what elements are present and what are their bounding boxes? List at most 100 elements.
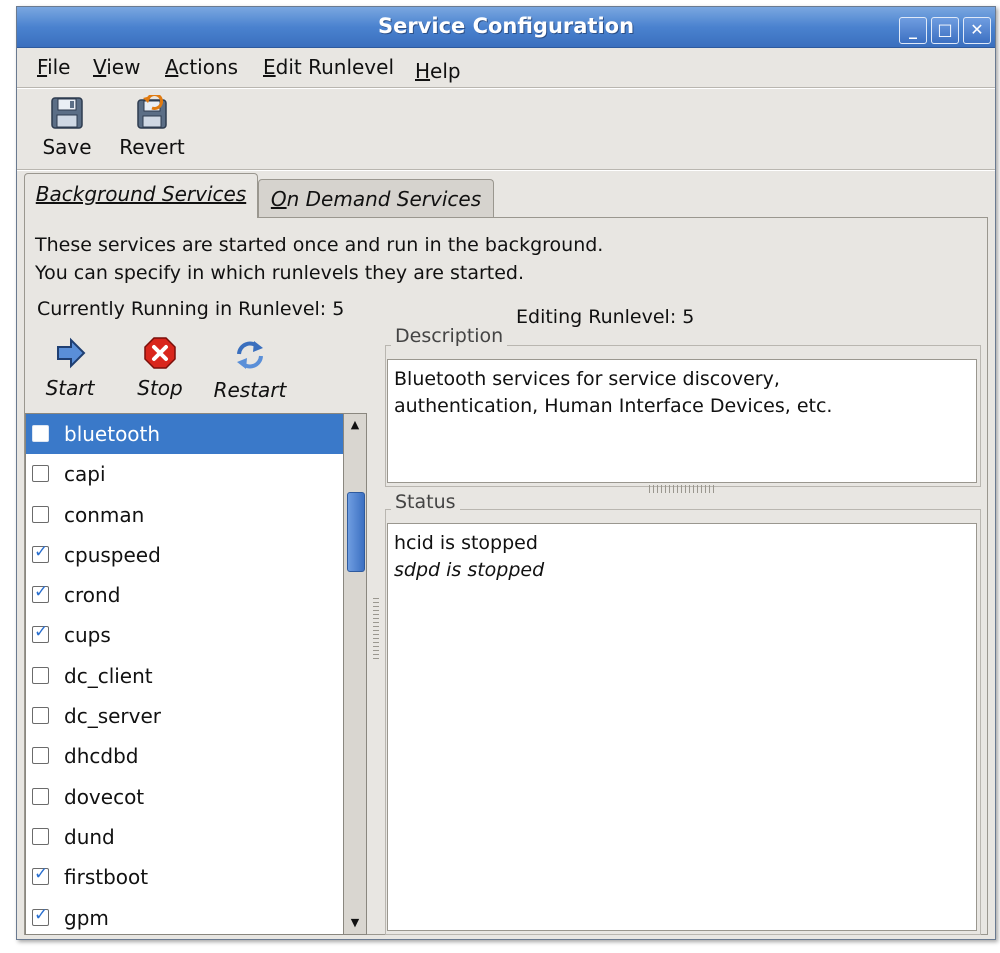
- service-list-scrollbar[interactable]: ▲ ▼: [343, 413, 367, 935]
- service-checkbox[interactable]: [32, 747, 49, 765]
- tab-background-services[interactable]: Background Services: [24, 173, 258, 218]
- menu-help[interactable]: Help: [415, 59, 461, 83]
- start-button[interactable]: Start: [35, 336, 105, 400]
- service-row-cups[interactable]: ✓ cups: [26, 615, 344, 655]
- menu-help-mnemonic: H: [415, 59, 431, 83]
- tab-on-demand-services-label: n Demand Services: [286, 187, 482, 211]
- service-checkbox[interactable]: [32, 827, 49, 845]
- menu-actions-label: ctions: [178, 55, 239, 79]
- service-name: crond: [64, 583, 121, 608]
- description-text[interactable]: Bluetooth services for service discovery…: [387, 359, 977, 483]
- tab-on-demand-services[interactable]: On Demand Services: [258, 179, 494, 218]
- checkmark-icon: ✓: [34, 582, 49, 603]
- service-rows: bluetooth capi conman ✓ cpuspeed ✓ crond ✓ cups d…: [26, 414, 344, 934]
- tab-background-services-label: Background Services: [35, 182, 247, 206]
- revert-label: Revert: [119, 135, 185, 159]
- menu-file-label: ile: [47, 55, 71, 79]
- service-name: dovecot: [64, 784, 145, 809]
- revert-icon: [137, 95, 167, 129]
- menu-edit-runlevel-mnemonic: E: [263, 55, 276, 79]
- service-checkbox[interactable]: ✓: [32, 864, 49, 886]
- menu-view[interactable]: View: [93, 55, 140, 79]
- intro-line-2: You can specify in which runlevels they …: [35, 262, 525, 284]
- service-name: capi: [64, 462, 106, 487]
- menu-file[interactable]: File: [37, 55, 70, 79]
- service-row-capi[interactable]: capi: [26, 454, 344, 494]
- scroll-down-arrow-icon[interactable]: ▼: [344, 912, 366, 934]
- menu-actions[interactable]: Actions: [165, 55, 238, 79]
- editing-runlevel-label: Editing Runlevel: 5: [516, 306, 695, 328]
- intro-line-1: These services are started once and run …: [35, 234, 604, 256]
- arrow-right-icon: [57, 337, 86, 369]
- stop-button[interactable]: Stop: [125, 336, 195, 400]
- menu-view-label: iew: [106, 55, 141, 79]
- service-name: gpm: [64, 905, 109, 930]
- tab-on-demand-mnemonic: O: [270, 187, 287, 211]
- status-text[interactable]: hcid is stopped sdpd is stopped: [387, 523, 977, 931]
- service-row-firstboot[interactable]: ✓ firstboot: [26, 857, 344, 897]
- service-row-bluetooth[interactable]: bluetooth: [26, 414, 344, 455]
- menu-file-mnemonic: F: [37, 55, 48, 79]
- toolbar-separator: [17, 169, 995, 171]
- status-line-1: hcid is stopped: [394, 532, 538, 554]
- service-checkbox[interactable]: [32, 666, 49, 684]
- service-row-cpuspeed[interactable]: ✓ cpuspeed: [26, 535, 344, 575]
- service-row-dc-client[interactable]: dc_client: [26, 656, 344, 696]
- service-name: dc_client: [64, 663, 153, 688]
- vertical-pane-grip[interactable]: [649, 485, 715, 493]
- service-name: firstboot: [64, 865, 149, 890]
- menu-edit-runlevel[interactable]: Edit Runlevel: [263, 55, 394, 79]
- service-row-dc-server[interactable]: dc_server: [26, 696, 344, 736]
- menu-edit-runlevel-label: dit Runlevel: [275, 55, 394, 79]
- pane-divider-grip[interactable]: [373, 595, 379, 659]
- scroll-up-arrow-icon[interactable]: ▲: [344, 414, 366, 436]
- title-bar[interactable]: Service Configuration _ □ ✕: [17, 7, 995, 48]
- save-button[interactable]: Save: [27, 95, 107, 159]
- description-line-1: Bluetooth services for service discovery…: [394, 368, 780, 390]
- maximize-button[interactable]: □: [931, 17, 959, 44]
- floppy-disk-icon: [51, 97, 83, 129]
- service-row-gpm[interactable]: ✓ gpm: [26, 898, 344, 934]
- service-name: dund: [64, 824, 115, 849]
- service-name: cups: [64, 623, 111, 648]
- service-checkbox[interactable]: [32, 505, 49, 523]
- checkmark-icon: ✓: [34, 541, 49, 562]
- scrollbar-thumb[interactable]: [347, 492, 365, 572]
- menu-help-label: elp: [430, 59, 461, 83]
- toolbar: Save Revert: [17, 89, 995, 169]
- start-label: Start: [45, 376, 95, 400]
- menu-actions-mnemonic: A: [165, 55, 179, 79]
- service-checkbox[interactable]: [32, 465, 49, 483]
- status-line-2: sdpd is stopped: [394, 559, 545, 581]
- service-row-dhcdbd[interactable]: dhcdbd: [26, 736, 344, 776]
- service-checkbox[interactable]: ✓: [32, 622, 49, 644]
- save-label: Save: [42, 135, 92, 159]
- service-row-conman[interactable]: conman: [26, 495, 344, 535]
- service-checkbox[interactable]: [32, 707, 49, 725]
- menu-view-mnemonic: V: [93, 55, 107, 79]
- restart-button[interactable]: Restart: [210, 338, 290, 402]
- service-row-dovecot[interactable]: dovecot: [26, 777, 344, 817]
- menu-bar: File View Actions Edit Runlevel Help: [17, 47, 995, 87]
- service-row-crond[interactable]: ✓ crond: [26, 575, 344, 615]
- service-list[interactable]: bluetooth capi conman ✓ cpuspeed ✓ crond ✓ cups d…: [25, 413, 345, 935]
- restart-label: Restart: [213, 378, 287, 402]
- service-row-dund[interactable]: dund: [26, 817, 344, 857]
- minimize-button[interactable]: _: [899, 17, 927, 44]
- status-label: Status: [391, 491, 460, 513]
- service-name: conman: [64, 502, 145, 527]
- service-name: bluetooth: [64, 422, 161, 446]
- restart-icon: [237, 341, 263, 369]
- checkmark-icon: ✓: [34, 622, 49, 643]
- service-checkbox[interactable]: ✓: [32, 905, 49, 926]
- checkmark-icon: ✓: [34, 904, 49, 925]
- service-checkbox[interactable]: ✓: [32, 542, 49, 563]
- service-checkbox[interactable]: [32, 425, 49, 442]
- description-label: Description: [391, 325, 508, 347]
- close-button[interactable]: ✕: [963, 17, 991, 44]
- service-name: dhcdbd: [64, 744, 139, 769]
- revert-button[interactable]: Revert: [112, 95, 192, 159]
- service-checkbox[interactable]: [32, 787, 49, 805]
- service-checkbox[interactable]: ✓: [32, 582, 49, 604]
- stop-label: Stop: [137, 376, 183, 400]
